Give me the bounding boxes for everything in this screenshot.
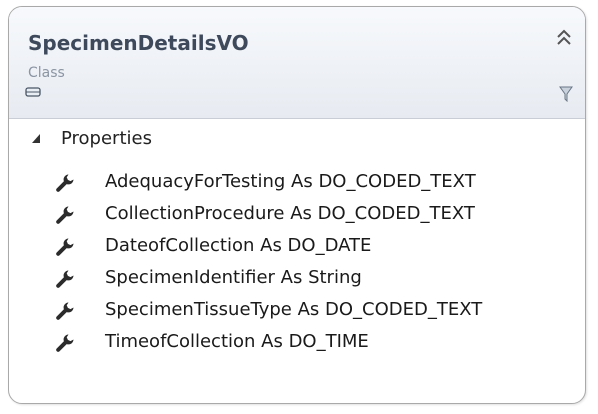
wrench-icon xyxy=(56,174,74,192)
wrench-icon xyxy=(56,238,74,256)
triangle-expanded-icon[interactable] xyxy=(31,132,41,144)
property-list: AdequacyForTesting As DO_CODED_TEXT Coll… xyxy=(9,169,585,361)
property-text: CollectionProcedure As DO_CODED_TEXT xyxy=(105,203,475,224)
property-item[interactable]: SpecimenTissueType As DO_CODED_TEXT xyxy=(9,297,585,329)
class-name[interactable]: SpecimenDetailsVO xyxy=(28,31,249,55)
class-shape[interactable]: SpecimenDetailsVO Class Properties Adequ… xyxy=(8,6,586,404)
property-text: SpecimenTissueType As DO_CODED_TEXT xyxy=(105,299,483,320)
property-text: SpecimenIdentifier As String xyxy=(105,267,362,288)
wrench-icon xyxy=(56,334,74,352)
class-stereotype: Class xyxy=(28,65,65,81)
property-item[interactable]: AdequacyForTesting As DO_CODED_TEXT xyxy=(9,169,585,201)
property-item[interactable]: DateofCollection As DO_DATE xyxy=(9,233,585,265)
property-item[interactable]: CollectionProcedure As DO_CODED_TEXT xyxy=(9,201,585,233)
class-icon xyxy=(25,87,41,97)
class-header: SpecimenDetailsVO Class xyxy=(9,7,585,119)
double-chevron-up-icon[interactable] xyxy=(553,27,575,49)
properties-compartment-header[interactable]: Properties xyxy=(9,119,585,159)
property-item[interactable]: TimeofCollection As DO_TIME xyxy=(9,329,585,361)
property-text: AdequacyForTesting As DO_CODED_TEXT xyxy=(105,171,476,192)
filter-icon[interactable] xyxy=(559,86,573,102)
wrench-icon xyxy=(56,206,74,224)
property-item[interactable]: SpecimenIdentifier As String xyxy=(9,265,585,297)
wrench-icon xyxy=(56,270,74,288)
wrench-icon xyxy=(56,302,74,320)
property-text: TimeofCollection As DO_TIME xyxy=(105,331,369,352)
property-text: DateofCollection As DO_DATE xyxy=(105,235,372,256)
compartment-label: Properties xyxy=(61,128,152,149)
